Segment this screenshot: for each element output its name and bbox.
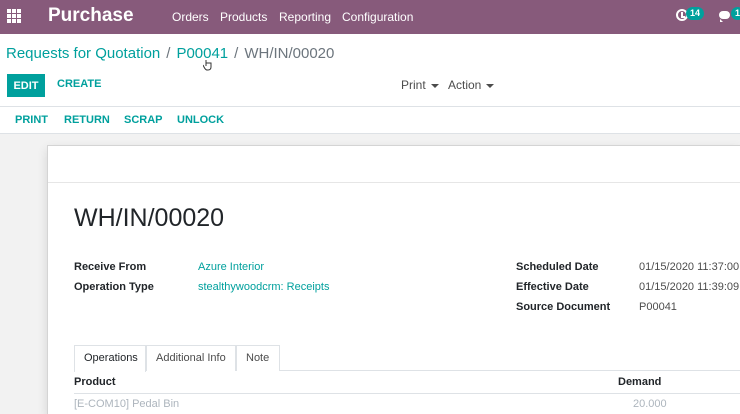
breadcrumb: Requests for Quotation / P00041/WH/IN/0002…: [6, 45, 334, 62]
scrap-button[interactable]: SCRAP: [124, 114, 163, 126]
column-header-demand[interactable]: Demand: [618, 376, 661, 388]
menu-reporting[interactable]: Reporting: [279, 10, 331, 24]
caret-down-icon: [486, 83, 495, 88]
breadcrumb-rfq-link[interactable]: Requests for Quotation: [6, 45, 160, 62]
receive-from-label: Receive From: [74, 261, 147, 273]
effective-date-label: Effective Date: [516, 281, 589, 293]
operation-type-label: Operation Type: [74, 281, 154, 293]
breadcrumb-separator: /: [166, 45, 171, 62]
table-row-demand[interactable]: 20.000: [633, 398, 667, 410]
source-document-value: P00041: [639, 301, 677, 313]
breadcrumb-current: WH/IN/00020: [244, 45, 335, 62]
receive-from-link[interactable]: Azure Interior: [198, 261, 264, 273]
activity-count-badge: 14: [686, 7, 705, 20]
message-count-badge: 1: [731, 7, 740, 20]
source-document-label: Source Document: [516, 301, 611, 313]
messages-chat-icon[interactable]: [719, 11, 730, 22]
print-dropdown[interactable]: Print: [401, 78, 439, 92]
app-brand[interactable]: Purchase: [48, 5, 134, 27]
record-title: WH/IN/00020: [74, 204, 225, 232]
scheduled-date-label: Scheduled Date: [516, 261, 599, 273]
edit-button[interactable]: EDIT: [7, 74, 45, 97]
scheduled-date-value: 01/15/2020 11:37:00: [639, 261, 740, 273]
return-button[interactable]: RETURN: [64, 114, 110, 126]
apps-grid-icon[interactable]: [7, 9, 21, 23]
hand-cursor-icon: [203, 60, 212, 71]
breadcrumb-separator: /: [234, 45, 239, 62]
form-sheet: WH/IN/00020 Receive From Azure Interior …: [47, 145, 740, 414]
action-dropdown-label: Action: [448, 78, 482, 92]
caret-down-icon: [430, 83, 439, 88]
menu-configuration[interactable]: Configuration: [342, 10, 413, 24]
table-header-divider: [74, 393, 740, 394]
unlock-button[interactable]: UNLOCK: [177, 114, 224, 126]
effective-date-value: 01/15/2020 11:39:09: [639, 281, 740, 293]
column-header-product[interactable]: Product: [74, 376, 116, 388]
menu-orders[interactable]: Orders: [172, 10, 209, 24]
print-dropdown-label: Print: [401, 78, 426, 92]
create-button[interactable]: CREATE: [57, 78, 101, 90]
menu-products[interactable]: Products: [220, 10, 267, 24]
control-panel: Requests for Quotation / P00041/WH/IN/0002…: [0, 34, 740, 107]
sheet-header-area: [48, 146, 740, 183]
action-dropdown[interactable]: Action: [448, 78, 495, 92]
print-button[interactable]: PRINT: [15, 114, 48, 126]
tab-additional-info[interactable]: Additional Info: [146, 345, 236, 371]
tab-operations[interactable]: Operations: [74, 345, 146, 372]
top-navbar: Purchase Orders Products Reporting Confi…: [0, 0, 740, 34]
status-bar: PRINT RETURN SCRAP UNLOCK: [0, 107, 740, 134]
operation-type-link[interactable]: stealthywoodcrm: Receipts: [198, 281, 329, 293]
table-row-product[interactable]: [E-COM10] Pedal Bin: [74, 398, 179, 410]
tab-note[interactable]: Note: [236, 345, 280, 371]
